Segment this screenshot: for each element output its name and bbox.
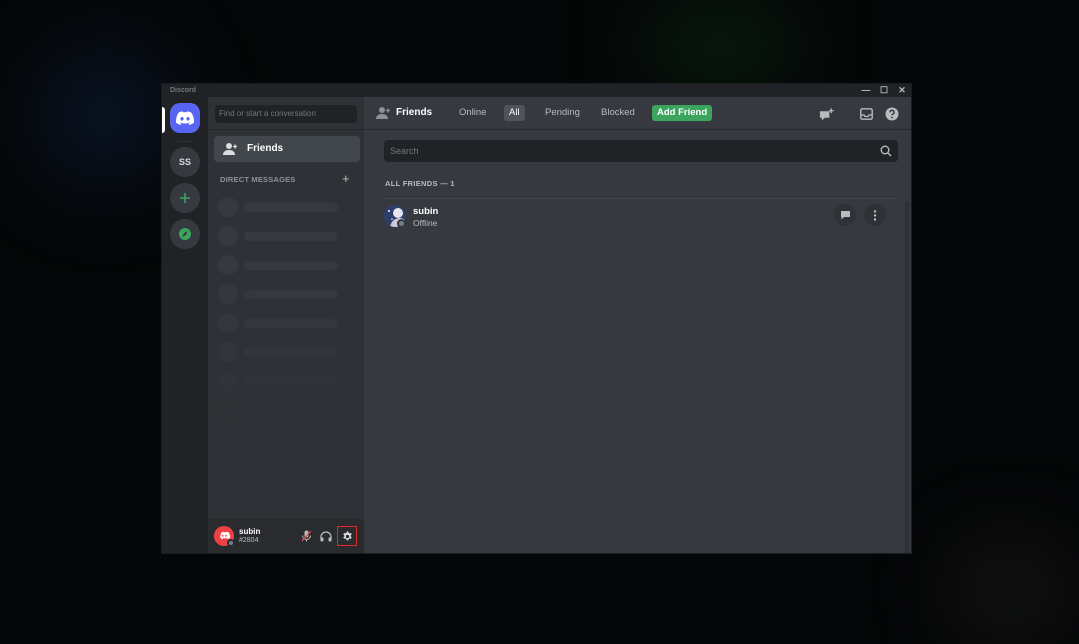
gear-icon xyxy=(342,530,352,540)
divider xyxy=(208,129,364,130)
dm-placeholder xyxy=(218,197,358,217)
friend-row[interactable]: subin Offline xyxy=(384,203,898,233)
status-indicator xyxy=(397,219,406,228)
add-friend-button[interactable]: Add Friend xyxy=(652,105,713,121)
dm-placeholder xyxy=(218,400,358,420)
server-list: SS xyxy=(162,97,208,553)
tab-all[interactable]: All xyxy=(504,105,525,121)
friends-icon xyxy=(223,143,237,155)
divider xyxy=(384,198,898,199)
microphone-muted-icon xyxy=(301,530,311,542)
search-input[interactable]: Search xyxy=(384,140,898,162)
message-button[interactable] xyxy=(834,204,856,226)
selected-indicator xyxy=(162,107,165,133)
friends-nav-item[interactable]: Friends xyxy=(214,136,360,162)
dm-placeholder xyxy=(218,371,358,391)
background-glow xyxy=(640,0,800,90)
close-button[interactable]: ✕ xyxy=(893,84,911,97)
friend-name: subin xyxy=(413,206,439,217)
user-panel: subin #2804 xyxy=(208,519,364,553)
friends-icon xyxy=(376,107,390,119)
app-title: Discord xyxy=(170,87,197,94)
tab-online[interactable]: Online xyxy=(454,105,491,121)
status-indicator xyxy=(227,539,234,546)
scrollbar[interactable] xyxy=(905,201,909,553)
page-title: Friends xyxy=(396,107,433,118)
more-vertical-icon xyxy=(873,209,877,221)
tab-pending[interactable]: Pending xyxy=(540,105,585,121)
add-server-button[interactable] xyxy=(170,183,200,213)
dm-placeholder xyxy=(218,342,358,362)
dm-placeholder xyxy=(218,255,358,275)
server-ss[interactable]: SS xyxy=(170,147,200,177)
compass-icon xyxy=(179,228,191,240)
dm-placeholder xyxy=(218,284,358,304)
inbox-button[interactable] xyxy=(858,106,874,122)
discriminator: #2804 xyxy=(239,537,259,544)
headphones-icon xyxy=(320,530,332,541)
discord-window: Discord — ☐ ✕ SS Find or start a convers… xyxy=(162,84,911,553)
minimize-button[interactable]: — xyxy=(857,84,875,97)
guild-separator xyxy=(177,141,193,142)
explore-servers-button[interactable] xyxy=(170,219,200,249)
section-title: ALL FRIENDS — 1 xyxy=(385,179,455,188)
user-settings-button[interactable] xyxy=(337,526,357,546)
search-icon xyxy=(880,145,892,157)
friends-header: Friends Online All Pending Blocked Add F… xyxy=(364,97,911,130)
title-bar: Discord — ☐ ✕ xyxy=(162,84,911,97)
new-group-dm-icon xyxy=(819,107,834,121)
help-button[interactable] xyxy=(884,106,900,122)
new-group-dm-button[interactable] xyxy=(819,106,835,122)
dm-placeholder xyxy=(218,313,358,333)
plus-icon xyxy=(180,193,190,203)
inbox-icon xyxy=(859,108,873,120)
message-icon xyxy=(840,211,850,220)
maximize-button[interactable]: ☐ xyxy=(875,84,893,97)
background-glow xyxy=(950,540,1070,640)
more-options-button[interactable] xyxy=(864,204,886,226)
find-conversation-button[interactable]: Find or start a conversation xyxy=(215,105,357,123)
discord-logo-icon xyxy=(176,111,194,125)
home-button[interactable] xyxy=(170,103,200,133)
deafen-button[interactable] xyxy=(318,528,334,544)
help-icon xyxy=(885,107,899,121)
mute-button[interactable] xyxy=(298,528,314,544)
create-dm-button[interactable]: + xyxy=(342,171,350,186)
tab-blocked[interactable]: Blocked xyxy=(596,105,640,121)
username: subin xyxy=(239,527,261,536)
friend-status: Offline xyxy=(413,218,438,228)
friends-main: Friends Online All Pending Blocked Add F… xyxy=(364,97,911,553)
search-placeholder: Search xyxy=(390,146,419,156)
dm-placeholder xyxy=(218,226,358,246)
background-glow xyxy=(30,40,180,190)
friends-label: Friends xyxy=(247,143,284,154)
dm-sidebar: Find or start a conversation Friends DIR… xyxy=(208,97,364,553)
direct-messages-header: DIRECT MESSAGES xyxy=(220,175,296,184)
